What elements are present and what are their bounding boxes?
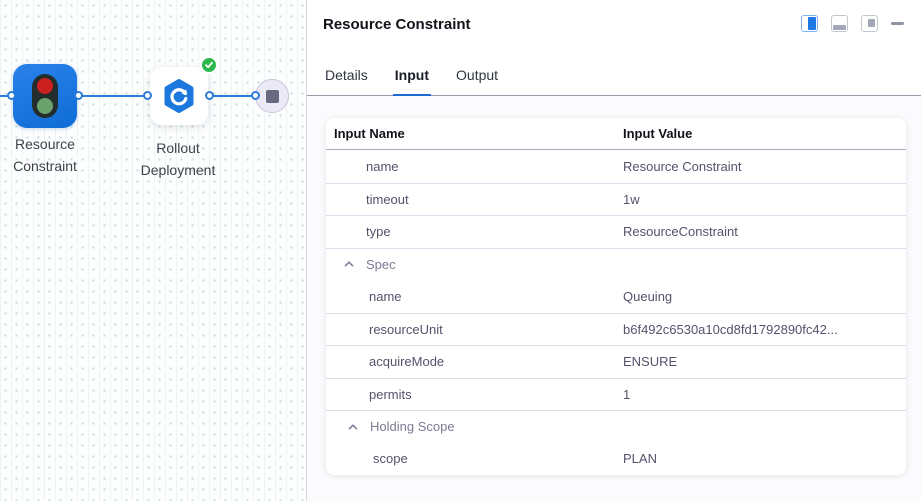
window-controls: [801, 15, 904, 32]
table-row: name Resource Constraint: [326, 150, 906, 183]
node-label: Rollout Deployment: [123, 138, 233, 181]
stop-square-icon: [266, 90, 279, 103]
panel-header: Resource Constraint: [307, 0, 921, 55]
row-name: scope: [373, 451, 408, 466]
row-value: Queuing: [623, 289, 906, 304]
input-table-card: Input Name Input Value name Resource Con…: [326, 118, 906, 475]
dock-right-icon[interactable]: [801, 15, 818, 32]
table-row: scope PLAN: [326, 443, 906, 476]
chevron-up-icon[interactable]: [347, 421, 359, 433]
node-rollout-deployment[interactable]: [150, 67, 208, 125]
row-value: PLAN: [623, 451, 906, 466]
table-section-row[interactable]: Holding Scope: [326, 410, 906, 443]
tab-input[interactable]: Input: [393, 67, 431, 97]
row-value: 1: [623, 387, 906, 402]
row-value: ResourceConstraint: [623, 224, 906, 239]
row-name: type: [366, 224, 391, 239]
detail-panel: Resource Constraint Details Input Output I…: [306, 0, 921, 501]
app-window: Resource Constraint Rollout Deployment R…: [0, 0, 921, 501]
workflow-canvas[interactable]: Resource Constraint Rollout Deployment: [0, 0, 306, 501]
row-name: name: [369, 289, 402, 304]
column-header-value: Input Value: [623, 126, 906, 141]
table-row: name Queuing: [326, 280, 906, 313]
panel-body: Input Name Input Value name Resource Con…: [307, 96, 921, 501]
row-value: 1w: [623, 192, 906, 207]
dock-bottom-icon[interactable]: [831, 15, 848, 32]
table-row: permits 1: [326, 378, 906, 411]
row-name: permits: [369, 387, 412, 402]
table-section-row[interactable]: Spec: [326, 248, 906, 281]
connector-dot: [74, 91, 83, 100]
rollout-icon: [161, 78, 197, 114]
node-end[interactable]: [255, 79, 289, 113]
float-window-icon[interactable]: [861, 15, 878, 32]
node-resource-constraint[interactable]: [13, 64, 77, 128]
row-name: Spec: [366, 257, 396, 272]
table-row: timeout 1w: [326, 183, 906, 216]
connector-dot: [143, 91, 152, 100]
column-header-name: Input Name: [326, 126, 623, 141]
row-name: resourceUnit: [369, 322, 443, 337]
row-value: b6f492c6530a10cd8fd1792890fc42...: [623, 322, 906, 337]
tab-output[interactable]: Output: [454, 67, 500, 97]
minimize-icon[interactable]: [891, 15, 904, 32]
row-name: name: [366, 159, 399, 174]
connector-dot: [7, 91, 16, 100]
row-value: ENSURE: [623, 354, 906, 369]
input-table-body: name Resource Constraint timeout 1w type…: [326, 150, 906, 475]
tabs: Details Input Output: [307, 55, 921, 96]
connector-dot: [205, 91, 214, 100]
table-header: Input Name Input Value: [326, 118, 906, 150]
table-row: resourceUnit b6f492c6530a10cd8fd1792890f…: [326, 313, 906, 346]
row-name: acquireMode: [369, 354, 444, 369]
table-row: acquireMode ENSURE: [326, 345, 906, 378]
tab-details[interactable]: Details: [323, 67, 370, 97]
success-check-icon: [200, 56, 218, 74]
row-value: Resource Constraint: [623, 159, 906, 174]
row-name: Holding Scope: [370, 419, 455, 434]
row-name: timeout: [366, 192, 409, 207]
node-label: Resource Constraint: [0, 134, 100, 177]
connector-dot: [251, 91, 260, 100]
traffic-light-icon: [32, 74, 58, 118]
chevron-up-icon[interactable]: [343, 258, 355, 270]
table-row: type ResourceConstraint: [326, 215, 906, 248]
